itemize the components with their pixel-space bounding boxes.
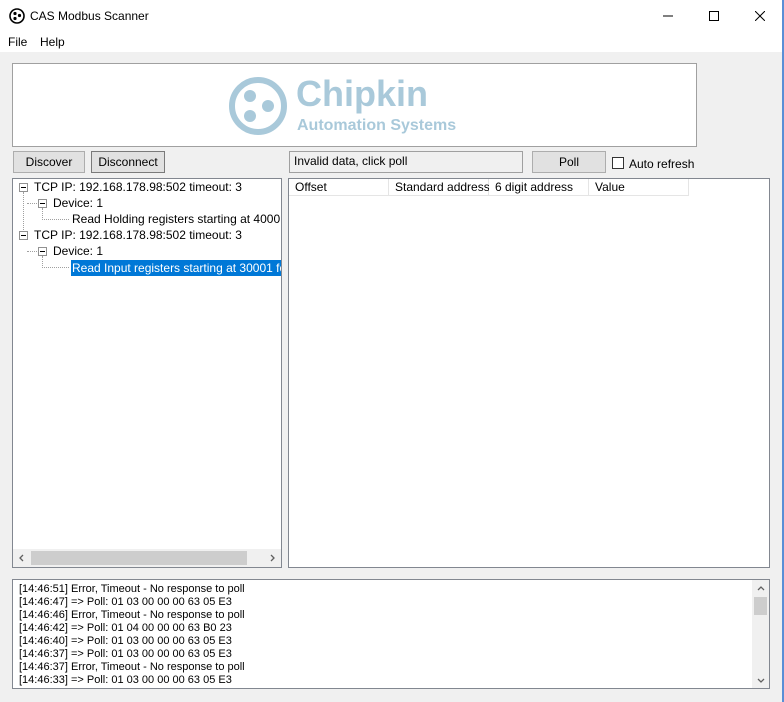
tree-horizontal-scrollbar[interactable] (13, 549, 281, 567)
logo-name: Chipkin (296, 74, 428, 114)
maximize-icon (709, 11, 719, 21)
tree-connector (27, 203, 37, 204)
window-title: CAS Modbus Scanner (30, 9, 149, 23)
column-header-6-digit-address[interactable]: 6 digit address (489, 179, 589, 196)
discover-button[interactable]: Discover (13, 151, 85, 173)
scroll-up-button[interactable] (752, 580, 769, 597)
scroll-left-button[interactable] (13, 549, 31, 567)
title-bar: CAS Modbus Scanner (0, 0, 784, 32)
log-output[interactable]: [14:46:51] Error, Timeout - No response … (12, 579, 770, 689)
tree-node-connection[interactable]: TCP IP: 192.168.178.98:502 timeout: 3 (34, 179, 242, 195)
tree-node-request-selected[interactable]: Read Input registers starting at 30001 f… (71, 260, 281, 276)
tree-connector (27, 251, 37, 252)
menu-help[interactable]: Help (40, 35, 65, 49)
auto-refresh-checkbox[interactable] (612, 157, 624, 169)
log-line: [14:46:47] => Poll: 01 03 00 00 00 63 05… (19, 596, 232, 608)
log-line: [14:46:37] Error, Timeout - No response … (19, 661, 245, 673)
tree-expander-icon[interactable] (38, 199, 47, 208)
close-icon (755, 11, 765, 21)
poll-button[interactable]: Poll (532, 151, 606, 173)
tree-node-device[interactable]: Device: 1 (53, 195, 103, 211)
minimize-button[interactable] (645, 0, 691, 32)
chipkin-logo: Chipkin Automation Systems (229, 74, 456, 135)
logo-panel: Chipkin Automation Systems (12, 63, 697, 147)
tree-expander-icon[interactable] (38, 247, 47, 256)
chevron-right-icon (270, 554, 275, 562)
auto-refresh-label[interactable]: Auto refresh (629, 157, 694, 171)
register-table[interactable]: Offset Standard address 6 digit address … (288, 178, 770, 568)
scroll-thumb[interactable] (31, 551, 247, 565)
tree-node-request[interactable]: Read Holding registers starting at 40001… (72, 211, 281, 227)
tree-expander-icon[interactable] (19, 183, 28, 192)
column-header-standard-address[interactable]: Standard address (389, 179, 490, 196)
tree-connector (42, 219, 69, 220)
scroll-right-button[interactable] (263, 549, 281, 567)
column-header-value[interactable]: Value (589, 179, 689, 196)
app-icon (9, 8, 25, 24)
log-vertical-scrollbar[interactable] (752, 580, 769, 688)
device-tree[interactable]: TCP IP: 192.168.178.98:502 timeout: 3 De… (12, 178, 282, 568)
scroll-thumb[interactable] (754, 597, 767, 615)
log-line: [14:46:51] Error, Timeout - No response … (19, 583, 245, 595)
tree-connector (42, 267, 69, 268)
tree-expander-icon[interactable] (19, 231, 28, 240)
log-line: [14:46:42] => Poll: 01 04 00 00 00 63 B0… (19, 622, 232, 634)
logo-tagline: Automation Systems (297, 117, 456, 134)
column-header-offset[interactable]: Offset (289, 179, 389, 196)
log-line: [14:46:37] => Poll: 01 03 00 00 00 63 05… (19, 648, 232, 660)
log-line: [14:46:40] => Poll: 01 03 00 00 00 63 05… (19, 635, 232, 647)
maximize-button[interactable] (691, 0, 737, 32)
tree-node-connection[interactable]: TCP IP: 192.168.178.98:502 timeout: 3 (34, 227, 242, 243)
status-field: Invalid data, click poll (289, 151, 523, 173)
disconnect-button[interactable]: Disconnect (91, 151, 165, 173)
chevron-up-icon (757, 585, 764, 590)
log-line: [14:46:33] => Poll: 01 03 00 00 00 63 05… (19, 674, 232, 686)
menu-file[interactable]: File (8, 35, 27, 49)
log-line: [14:46:46] Error, Timeout - No response … (19, 609, 245, 621)
scroll-down-button[interactable] (752, 671, 769, 688)
tree-node-device[interactable]: Device: 1 (53, 243, 103, 259)
chevron-left-icon (19, 554, 24, 562)
menu-bar: File Help (0, 32, 784, 52)
close-button[interactable] (737, 0, 783, 32)
minimize-icon (663, 15, 673, 17)
chevron-down-icon (757, 678, 764, 683)
